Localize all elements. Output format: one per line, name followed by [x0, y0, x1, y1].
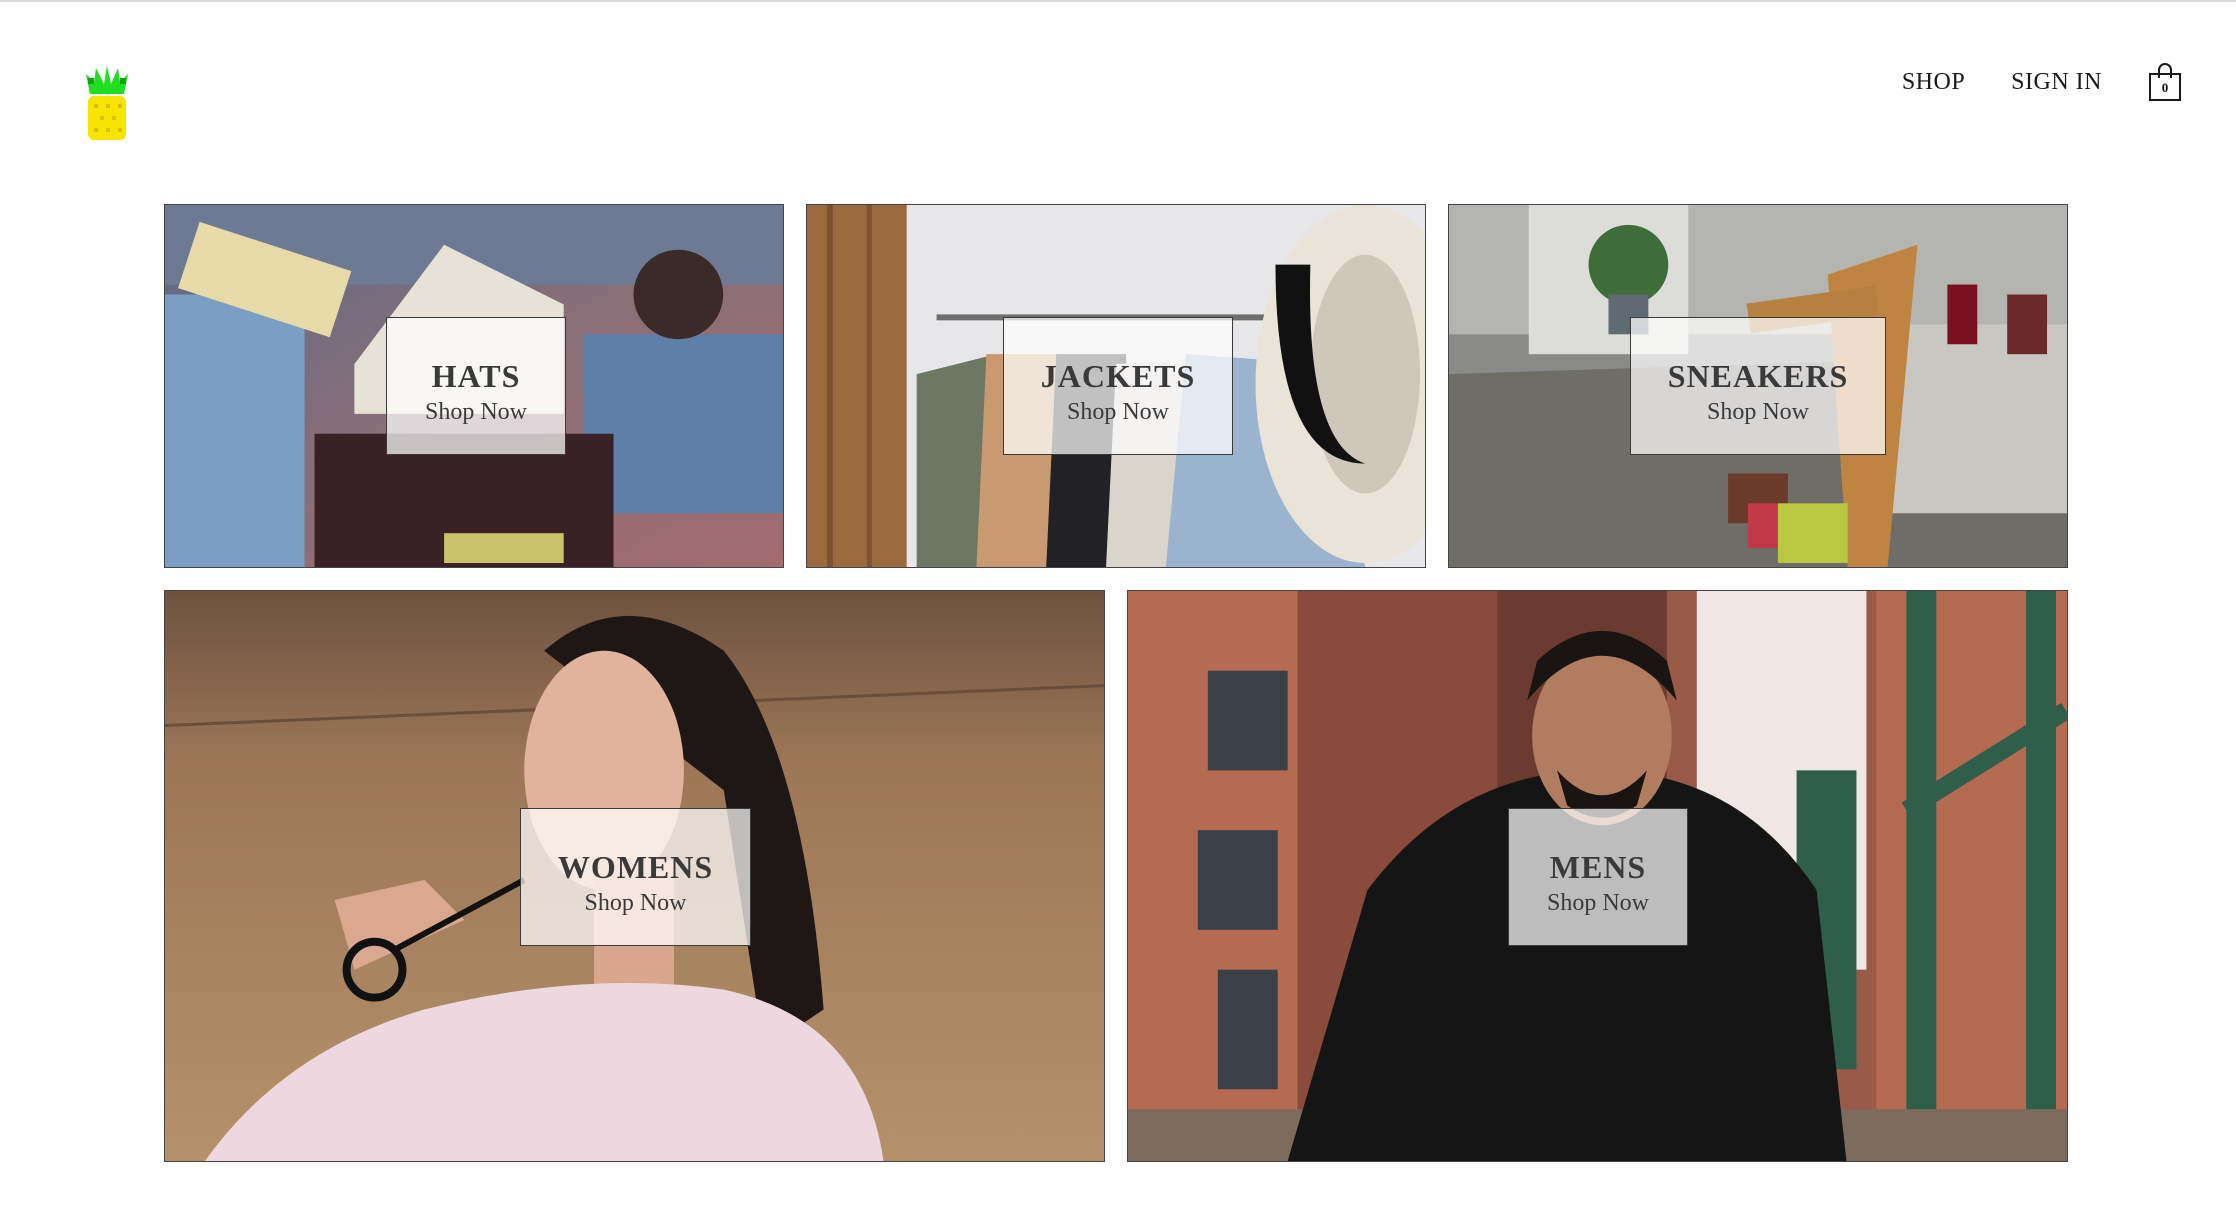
- category-tile-jackets[interactable]: JACKETS Shop Now: [806, 204, 1426, 568]
- category-tile-womens[interactable]: WOMENS Shop Now: [164, 590, 1105, 1162]
- category-tile-mens[interactable]: MENS Shop Now: [1127, 590, 2068, 1162]
- category-label-sneakers: SNEAKERS Shop Now: [1630, 317, 1886, 455]
- category-title: HATS: [431, 358, 521, 394]
- shop-now-link[interactable]: Shop Now: [387, 399, 565, 426]
- nav-sign-in-link[interactable]: SIGN IN: [2011, 69, 2102, 96]
- category-tile-hats[interactable]: HATS Shop Now: [164, 204, 784, 568]
- pineapple-logo-icon[interactable]: [80, 64, 134, 144]
- cart-count-badge: 0: [2161, 80, 2169, 95]
- shop-now-link[interactable]: Shop Now: [1509, 890, 1687, 917]
- category-label-hats: HATS Shop Now: [386, 317, 566, 455]
- shop-now-link[interactable]: Shop Now: [521, 890, 750, 917]
- main-nav: SHOP SIGN IN 0: [1902, 62, 2182, 102]
- site-header: SHOP SIGN IN 0: [0, 0, 2236, 180]
- category-label-jackets: JACKETS Shop Now: [1003, 317, 1233, 455]
- category-title: MENS: [1549, 849, 1647, 885]
- shop-now-link[interactable]: Shop Now: [1631, 399, 1885, 426]
- nav-shop-link[interactable]: SHOP: [1902, 69, 1965, 96]
- category-tile-sneakers[interactable]: SNEAKERS Shop Now: [1448, 204, 2068, 568]
- category-label-womens: WOMENS Shop Now: [520, 808, 751, 946]
- category-title: SNEAKERS: [1667, 358, 1849, 394]
- category-title: JACKETS: [1040, 358, 1196, 394]
- cart-button[interactable]: 0: [2148, 62, 2182, 102]
- category-label-mens: MENS Shop Now: [1508, 808, 1688, 946]
- shop-now-link[interactable]: Shop Now: [1004, 399, 1232, 426]
- category-title: WOMENS: [557, 849, 714, 885]
